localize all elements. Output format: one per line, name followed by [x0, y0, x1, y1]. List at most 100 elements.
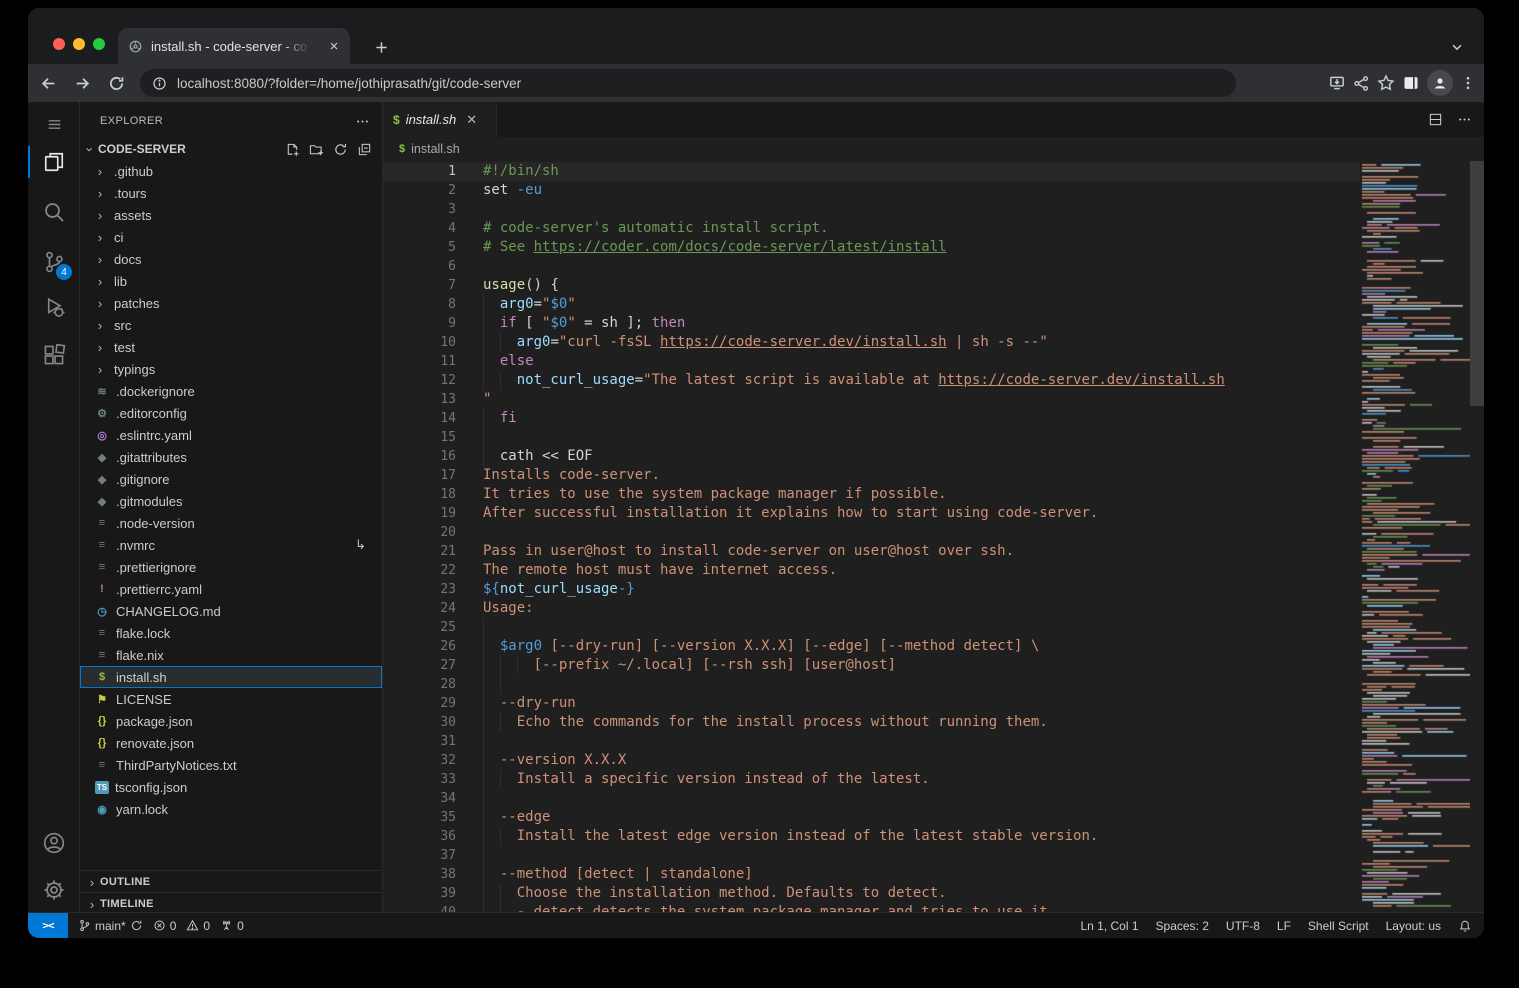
close-window-button[interactable] [53, 38, 65, 50]
tree-folder-assets[interactable]: ›assets [80, 204, 382, 226]
tree-file-renovate-json[interactable]: {}renovate.json [80, 732, 382, 754]
code-line-24[interactable]: 24Usage: [383, 599, 1360, 618]
tree-file--gitmodules[interactable]: ◆.gitmodules [80, 490, 382, 512]
code-line-6[interactable]: 6 [383, 257, 1360, 276]
tree-file--eslintrc-yaml[interactable]: ◎.eslintrc.yaml [80, 424, 382, 446]
code-line-19[interactable]: 19After successful installation it expla… [383, 504, 1360, 523]
branch-indicator[interactable]: main* [78, 919, 143, 933]
tree-folder-test[interactable]: ›test [80, 336, 382, 358]
code-line-39[interactable]: 39 Choose the installation method. Defau… [383, 884, 1360, 903]
editor-tab-install-sh[interactable]: $ install.sh ✕ [383, 102, 497, 137]
tree-file-license[interactable]: ⚑LICENSE [80, 688, 382, 710]
bookmark-star-icon[interactable] [1377, 74, 1395, 92]
tree-file--editorconfig[interactable]: ⚙.editorconfig [80, 402, 382, 424]
account-icon[interactable] [28, 821, 80, 865]
code-line-31[interactable]: 31 [383, 732, 1360, 751]
tree-folder-ci[interactable]: ›ci [80, 226, 382, 248]
code-line-27[interactable]: 27 [--prefix ~/.local] [--rsh ssh] [user… [383, 656, 1360, 675]
tree-file--nvmrc[interactable]: ≡.nvmrc↳ [80, 534, 382, 556]
outline-section[interactable]: › OUTLINE [80, 870, 382, 893]
browser-menu-icon[interactable] [1460, 75, 1476, 91]
eol[interactable]: LF [1277, 919, 1291, 933]
tree-file-tsconfig-json[interactable]: TStsconfig.json [80, 776, 382, 798]
site-info-icon[interactable] [152, 76, 167, 91]
install-app-icon[interactable] [1328, 74, 1346, 92]
tree-file--prettierignore[interactable]: ≡.prettierignore [80, 556, 382, 578]
code-line-16[interactable]: 16 cath << EOF [383, 447, 1360, 466]
settings-gear-icon[interactable] [28, 868, 80, 912]
remote-indicator[interactable]: >< [28, 913, 68, 938]
tree-folder-src[interactable]: ›src [80, 314, 382, 336]
search-view-icon[interactable] [28, 190, 80, 234]
code-line-34[interactable]: 34 [383, 789, 1360, 808]
tree-folder-lib[interactable]: ›lib [80, 270, 382, 292]
minimap[interactable] [1360, 162, 1470, 912]
explorer-view-icon[interactable] [28, 140, 80, 184]
code-line-21[interactable]: 21Pass in user@host to install code-serv… [383, 542, 1360, 561]
tab-search-chevron-icon[interactable] [1444, 34, 1470, 60]
code-line-8[interactable]: 8 arg0="$0" [383, 295, 1360, 314]
cursor-position[interactable]: Ln 1, Col 1 [1080, 919, 1138, 933]
code-line-1[interactable]: 1#!/bin/sh [383, 162, 1360, 181]
minimize-window-button[interactable] [73, 38, 85, 50]
code-line-18[interactable]: 18It tries to use the system package man… [383, 485, 1360, 504]
tree-file-package-json[interactable]: {}package.json [80, 710, 382, 732]
reload-button[interactable] [102, 69, 130, 97]
language-mode[interactable]: Shell Script [1308, 919, 1369, 933]
side-panel-icon[interactable] [1402, 74, 1420, 92]
tree-file-install-sh[interactable]: $install.sh [80, 666, 382, 688]
notifications-bell-icon[interactable] [1458, 919, 1472, 933]
url-bar[interactable]: localhost:8080/?folder=/home/jothiprasat… [140, 69, 1236, 97]
ports-indicator[interactable]: 0 [220, 919, 244, 933]
indentation[interactable]: Spaces: 2 [1156, 919, 1209, 933]
new-folder-icon[interactable] [309, 142, 324, 157]
code-line-33[interactable]: 33 Install a specific version instead of… [383, 770, 1360, 789]
explorer-more-icon[interactable] [355, 110, 370, 132]
tree-file--dockerignore[interactable]: ≋.dockerignore [80, 380, 382, 402]
code-line-37[interactable]: 37 [383, 846, 1360, 865]
code-line-17[interactable]: 17Installs code-server. [383, 466, 1360, 485]
tree-file-flake-lock[interactable]: ≡flake.lock [80, 622, 382, 644]
code-line-2[interactable]: 2set -eu [383, 181, 1360, 200]
tree-file-changelog-md[interactable]: ◷CHANGELOG.md [80, 600, 382, 622]
tree-file--gitignore[interactable]: ◆.gitignore [80, 468, 382, 490]
tree-file-yarn-lock[interactable]: ◉yarn.lock [80, 798, 382, 820]
code-line-9[interactable]: 9 if [ "$0" = sh ]; then [383, 314, 1360, 333]
breadcrumb[interactable]: $ install.sh [383, 137, 1484, 161]
code-line-15[interactable]: 15 [383, 428, 1360, 447]
tree-folder-docs[interactable]: ›docs [80, 248, 382, 270]
problems-indicator[interactable]: 0 0 [153, 919, 210, 933]
code-line-22[interactable]: 22The remote host must have internet acc… [383, 561, 1360, 580]
tree-folder--github[interactable]: ›.github [80, 160, 382, 182]
tree-folder-patches[interactable]: ›patches [80, 292, 382, 314]
browser-tab[interactable]: install.sh - code-server - co [118, 28, 350, 64]
editor-more-icon[interactable] [1457, 112, 1472, 127]
code-line-28[interactable]: 28 [383, 675, 1360, 694]
maximize-window-button[interactable] [93, 38, 105, 50]
tree-file-flake-nix[interactable]: ≡flake.nix [80, 644, 382, 666]
forward-button[interactable] [68, 69, 96, 97]
folder-section-header[interactable]: › CODE-SERVER [80, 138, 382, 160]
code-line-12[interactable]: 12 not_curl_usage="The latest script is … [383, 371, 1360, 390]
collapse-all-icon[interactable] [357, 142, 372, 157]
code-editor[interactable]: 1#!/bin/sh2set -eu34# code-server's auto… [383, 161, 1360, 912]
extensions-view-icon[interactable] [28, 333, 80, 377]
code-line-35[interactable]: 35 --edge [383, 808, 1360, 827]
encoding[interactable]: UTF-8 [1226, 919, 1260, 933]
code-line-14[interactable]: 14 fi [383, 409, 1360, 428]
tree-file-thirdpartynotices-txt[interactable]: ≡ThirdPartyNotices.txt [80, 754, 382, 776]
share-icon[interactable] [1353, 75, 1370, 92]
code-line-38[interactable]: 38 --method [detect | standalone] [383, 865, 1360, 884]
split-editor-icon[interactable] [1428, 112, 1443, 127]
keyboard-layout[interactable]: Layout: us [1386, 919, 1441, 933]
code-line-30[interactable]: 30 Echo the commands for the install pro… [383, 713, 1360, 732]
editor-scrollbar[interactable] [1470, 161, 1484, 406]
code-line-20[interactable]: 20 [383, 523, 1360, 542]
new-file-icon[interactable] [285, 142, 300, 157]
tree-file--prettierrc-yaml[interactable]: !.prettierrc.yaml [80, 578, 382, 600]
profile-avatar[interactable] [1427, 70, 1453, 96]
code-line-40[interactable]: 40 - detect detects the system package m… [383, 903, 1360, 912]
code-line-5[interactable]: 5# See https://coder.com/docs/code-serve… [383, 238, 1360, 257]
code-line-26[interactable]: 26 $arg0 [--dry-run] [--version X.X.X] [… [383, 637, 1360, 656]
back-button[interactable] [34, 69, 62, 97]
